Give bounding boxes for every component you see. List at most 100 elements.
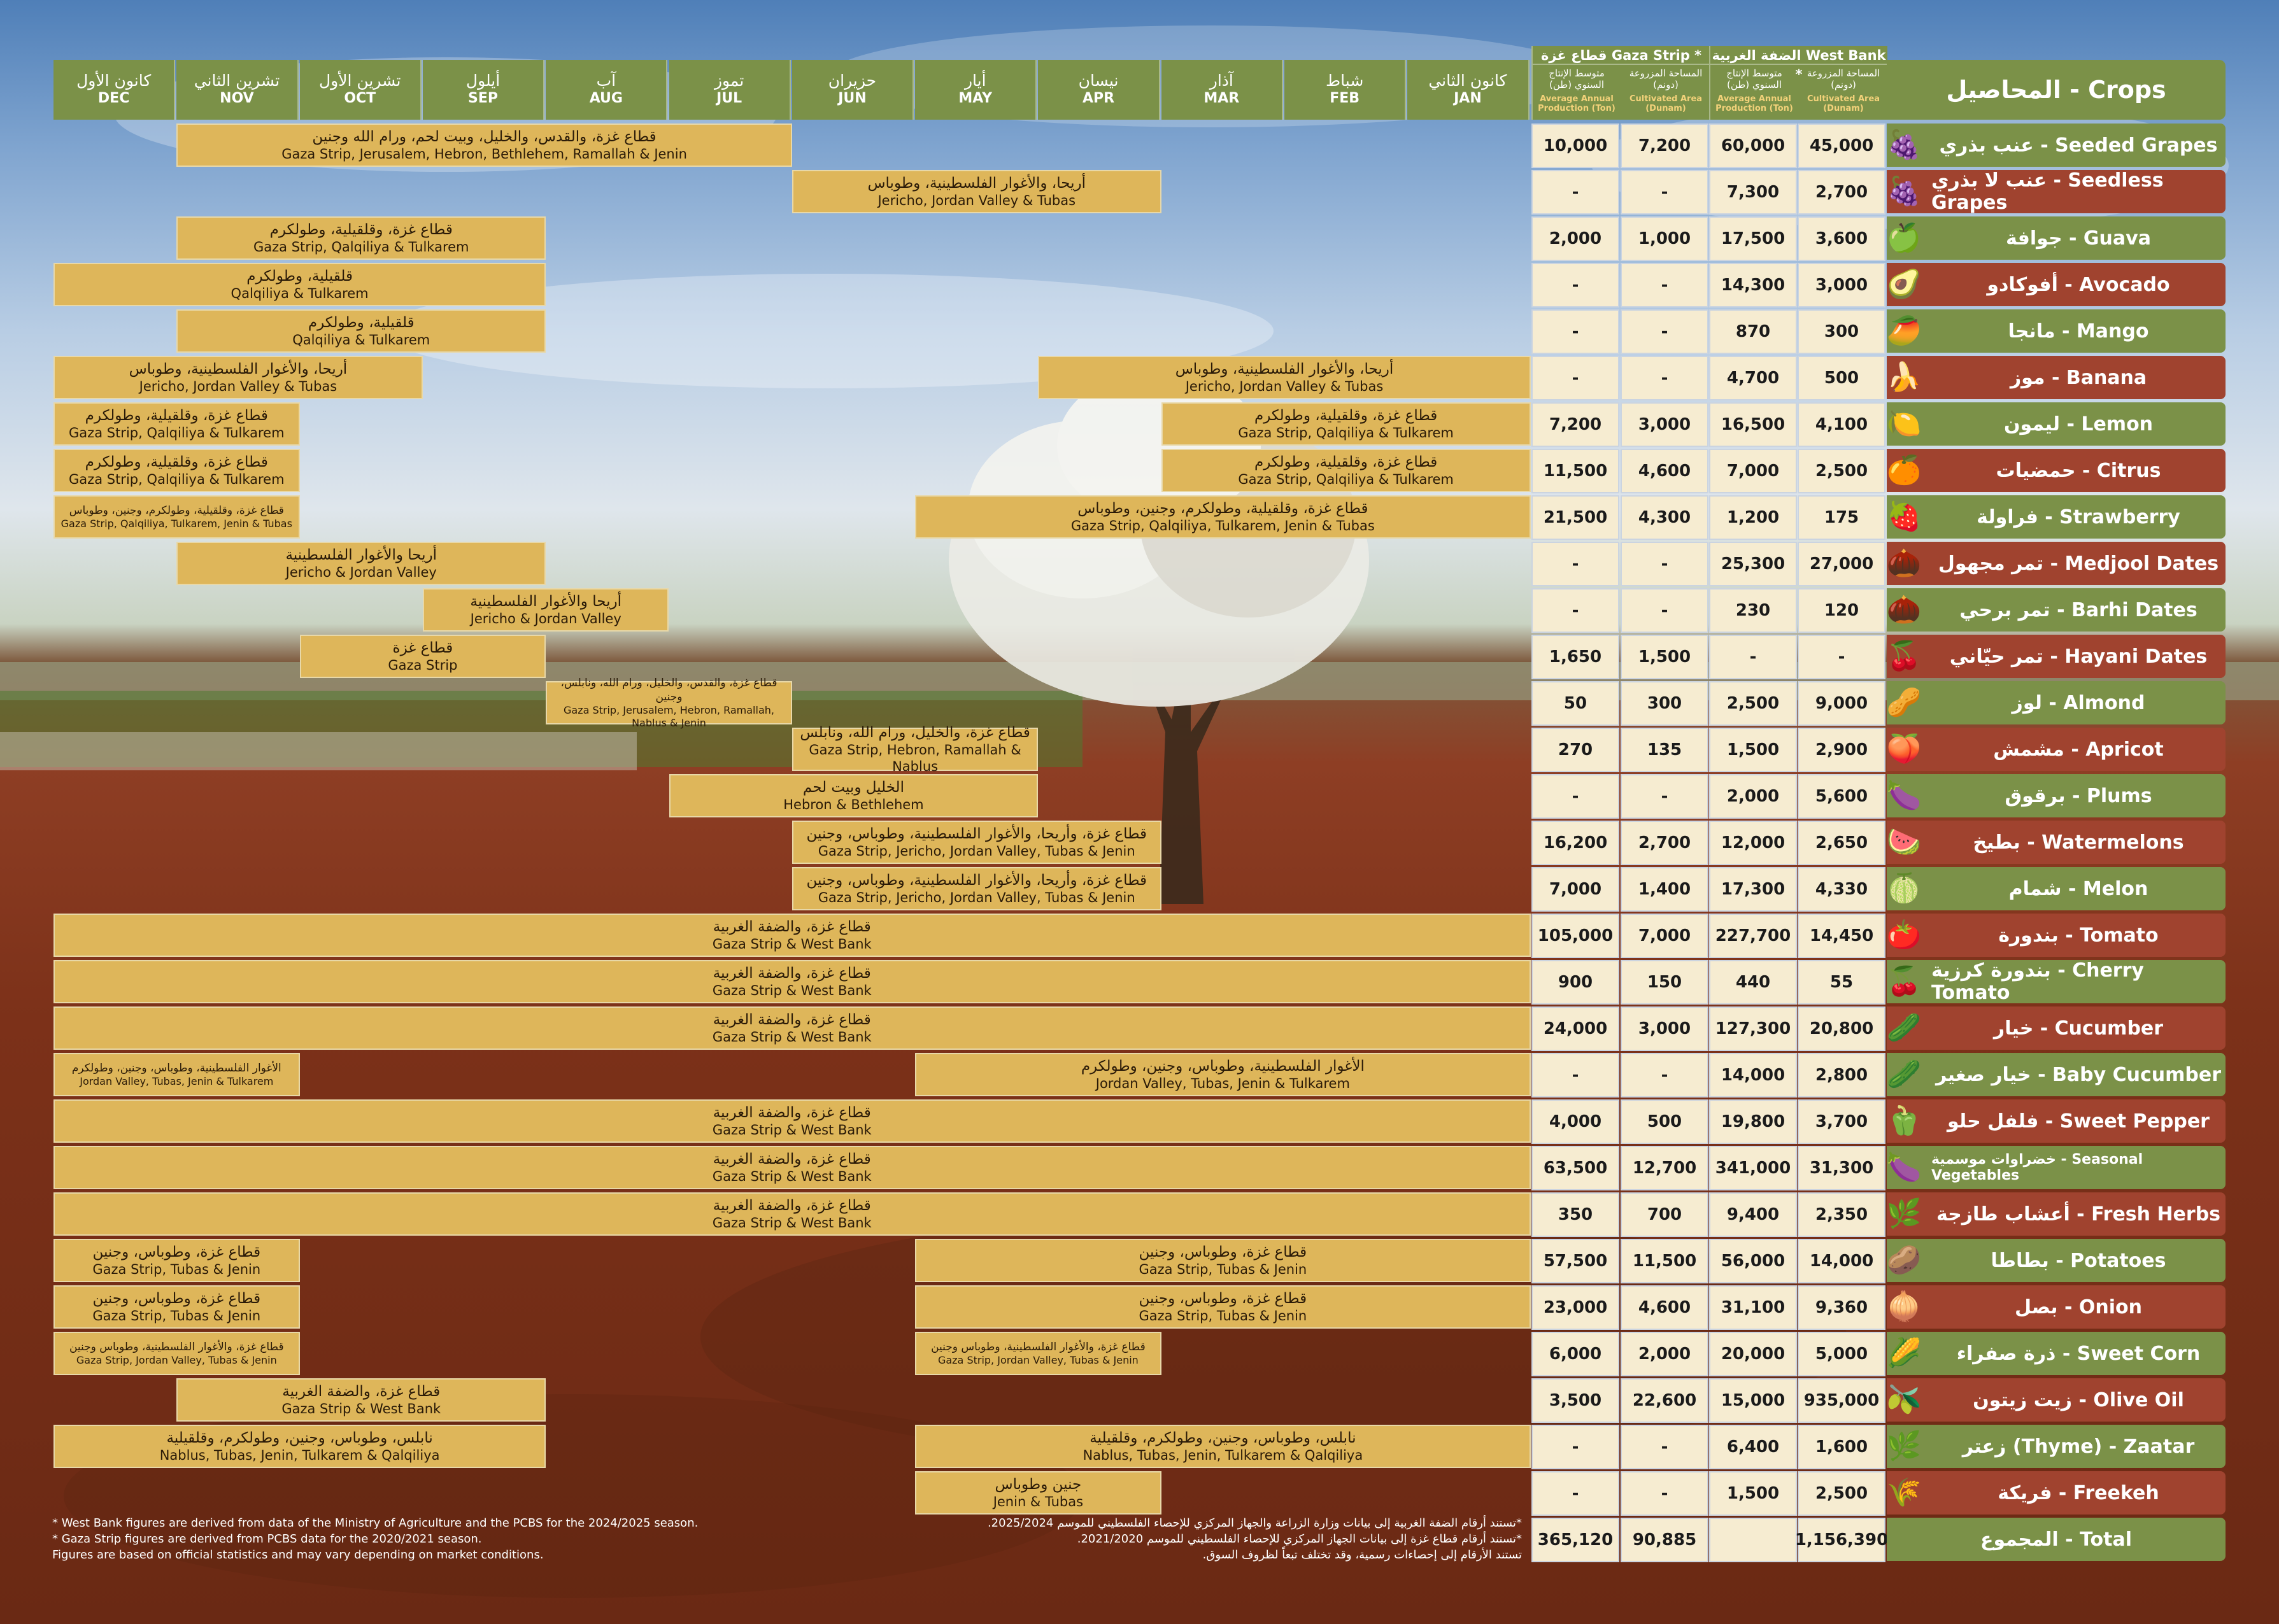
cell-g-area: 11,500 xyxy=(1621,1239,1708,1283)
cell-w-area: 5,600 xyxy=(1798,774,1885,819)
cell-g-prod: 21,500 xyxy=(1531,495,1619,540)
season-bar: قطاع غزة، وقلقيلية، وطولكرم، وجنين، وطوب… xyxy=(915,495,1531,539)
crop-label: 🍏 جوافة - Guava xyxy=(1887,216,2226,260)
crop-label: 🍅 بندورة - Tomato xyxy=(1887,914,2226,957)
cell-w-area: 300 xyxy=(1798,309,1885,354)
crop-name: أعشاب طازجة - Fresh Herbs xyxy=(1936,1203,2221,1225)
note-gaza-ar: *تستند أرقام قطاع غزة إلى بيانات الجهاز … xyxy=(1077,1532,1522,1546)
month-english-label: AUG xyxy=(589,90,623,107)
crop-label: 🍈 شمام - Melon xyxy=(1887,867,2226,910)
crop-name: زيت زيتون - Olive Oil xyxy=(1973,1388,2184,1411)
month-header-jul: تموز JUL xyxy=(669,60,791,120)
crop-label: 🌽 ذرة صفراء - Sweet Corn xyxy=(1887,1332,2226,1375)
region-english: Gaza Strip, Qalqiliya & Tulkarem xyxy=(1238,472,1454,487)
cell-g-prod: - xyxy=(1531,1425,1619,1469)
cell-w-prod: 870 xyxy=(1709,309,1797,354)
cell-w-prod: - xyxy=(1709,635,1797,679)
month-english-label: SEP xyxy=(468,90,499,107)
total-w-area: 1,156,390 xyxy=(1795,1518,1888,1562)
month-arabic-label: أيار xyxy=(964,71,986,90)
month-english-label: OCT xyxy=(344,90,376,107)
month-english-label: NOV xyxy=(220,90,254,107)
region-arabic: قطاع غزة، والضفة الغربية xyxy=(713,1197,871,1214)
crop-label: 🌿 زعتر (Thyme) - Zaatar xyxy=(1887,1425,2226,1468)
month-arabic-label: آب xyxy=(596,71,616,90)
herbs-icon: 🌿 xyxy=(1886,1197,1922,1230)
pepper-icon: 🫑 xyxy=(1886,1105,1922,1137)
season-bar: قطاع غزة، وطوباس، وجنين Gaza Strip, Tubas… xyxy=(915,1239,1531,1282)
region-english: Gaza Strip, Jordan Valley, Tubas & Jenin xyxy=(937,1354,1139,1366)
cell-w-prod: 17,300 xyxy=(1709,867,1797,912)
gaza-title: قطاع غزة Gaza Strip * xyxy=(1533,46,1710,65)
crop-name: تمر مجهول - Medjool Dates xyxy=(1938,552,2219,575)
region-arabic: قطاع غزة، وطوباس، وجنين xyxy=(92,1244,261,1260)
crop-name: برقوق - Plums xyxy=(2005,784,2152,807)
region-arabic: قطاع غزة xyxy=(392,640,453,656)
month-header-feb: شباط FEB xyxy=(1284,60,1407,120)
cell-w-prod: 1,500 xyxy=(1709,1471,1797,1516)
region-arabic: قطاع غزة، والضفة الغربية xyxy=(713,1151,871,1168)
crop-name: لوز - Almond xyxy=(2012,691,2145,714)
crop-label: 🥭 مانجا - Mango xyxy=(1887,309,2226,353)
cell-g-prod: 6,000 xyxy=(1531,1332,1619,1376)
season-bar: قطاع غزة، والضفة الغربية Gaza Strip & Wes… xyxy=(53,1099,1531,1143)
almond-icon: 🥜 xyxy=(1886,686,1922,719)
region-arabic: قطاع غزة، والضفة الغربية xyxy=(282,1383,441,1400)
dates-icon: 🍒 xyxy=(1886,640,1922,672)
cell-g-prod: - xyxy=(1531,1053,1619,1098)
cell-w-prod: 12,000 xyxy=(1709,821,1797,865)
region-arabic: قطاع غزة، وقلقيلية، وطولكرم xyxy=(85,407,268,424)
cell-w-prod: 14,000 xyxy=(1709,1053,1797,1098)
westbank-prod-column-header: متوسط الإنتاج السنوي (طن) Average Annual … xyxy=(1710,66,1798,120)
cell-g-area: 7,000 xyxy=(1621,914,1708,958)
wheat-icon: 🌾 xyxy=(1886,1476,1922,1509)
cell-w-prod: 16,500 xyxy=(1709,402,1797,447)
watermelon-icon: 🍉 xyxy=(1886,826,1922,858)
cell-w-area: 1,600 xyxy=(1798,1425,1885,1469)
eggplant-icon: 🍆 xyxy=(1886,1151,1922,1183)
season-bar: قطاع غزة، وقلقيلية، وطولكرم Gaza Strip, Q… xyxy=(53,402,300,446)
cell-g-area: 4,300 xyxy=(1621,495,1708,540)
cell-g-area: 1,000 xyxy=(1621,216,1708,261)
season-bar: قطاع غزة، والأغوار الفلسطينية، وطوباس وج… xyxy=(53,1332,300,1375)
cell-w-area: 935,000 xyxy=(1798,1378,1885,1423)
crop-name: بندورة كرزية - Cherry Tomato xyxy=(1931,959,2144,1004)
season-bar: قطاع غزة، وقلقيلية، وطولكرم Gaza Strip, Q… xyxy=(1161,402,1531,446)
cell-w-prod: 15,000 xyxy=(1709,1378,1797,1423)
cell-g-prod: 10,000 xyxy=(1531,124,1619,168)
cell-g-prod: - xyxy=(1531,170,1619,215)
cell-g-area: 3,000 xyxy=(1621,402,1708,447)
cell-g-area: - xyxy=(1621,263,1708,307)
crop-label: 🥑 أفوكادو - Avocado xyxy=(1887,263,2226,306)
month-header-mar: آذار MAR xyxy=(1161,60,1283,120)
region-arabic: قطاع غزة، وقلقيلية، وطولكرم xyxy=(1254,407,1438,424)
region-english: Gaza Strip & West Bank xyxy=(712,1215,872,1231)
region-english: Jericho, Jordan Valley & Tubas xyxy=(877,193,1076,208)
cell-w-area: 20,800 xyxy=(1798,1006,1885,1051)
crop-label: 🥒 خيار - Cucumber xyxy=(1887,1006,2226,1050)
season-bar: أريحا، والأغوار الفلسطينية، وطوباس Jerich… xyxy=(53,356,423,399)
note-gaza-en: * Gaza Strip figures are derived from PC… xyxy=(52,1532,482,1546)
season-bar: قطاع غزة، وأريحا، والأغوار الفلسطينية، و… xyxy=(792,821,1161,864)
crop-label: 🍆 خضراوات موسمية - Seasonal Vegetables xyxy=(1887,1146,2226,1189)
region-english: Gaza Strip, Qalqiliya & Tulkarem xyxy=(69,425,285,441)
cell-g-prod: 16,200 xyxy=(1531,821,1619,865)
region-english: Gaza Strip & West Bank xyxy=(712,1029,872,1045)
cell-g-area: 12,700 xyxy=(1621,1146,1708,1190)
month-english-label: JUN xyxy=(838,90,867,107)
month-arabic-label: حزيران xyxy=(828,71,877,90)
cell-w-area: 120 xyxy=(1798,588,1885,633)
cell-g-area: - xyxy=(1621,588,1708,633)
cell-w-area: 9,360 xyxy=(1798,1285,1885,1330)
cell-g-area: 2,700 xyxy=(1621,821,1708,865)
plum-icon: 🍆 xyxy=(1886,779,1922,812)
cell-g-prod: 63,500 xyxy=(1531,1146,1619,1190)
total-label: المجموع - Total xyxy=(1887,1518,2226,1561)
region-english: Jericho, Jordan Valley & Tubas xyxy=(139,379,337,394)
cell-w-prod: 17,500 xyxy=(1709,216,1797,261)
column-arabic-label: المساحة المزروعة (دونم) xyxy=(1629,67,1703,90)
cell-g-prod: 105,000 xyxy=(1531,914,1619,958)
cell-w-prod: 230 xyxy=(1709,588,1797,633)
cell-g-prod: - xyxy=(1531,542,1619,586)
potato-icon: 🥔 xyxy=(1886,1244,1922,1276)
